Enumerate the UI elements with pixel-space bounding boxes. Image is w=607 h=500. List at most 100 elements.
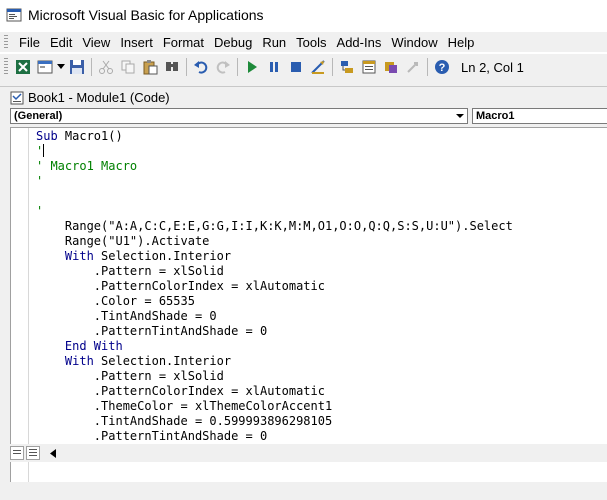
code-token: .TintAndShade = 0.599993896298105 <box>36 414 333 428</box>
menu-tools[interactable]: Tools <box>291 35 331 50</box>
project-explorer-icon[interactable] <box>336 56 358 78</box>
procedure-view-button[interactable] <box>10 446 24 460</box>
code-line[interactable]: .ThemeColor = xlThemeColorAccent1 <box>36 399 513 414</box>
code-keyword: End With <box>64 339 123 353</box>
code-window-bottom-bar <box>10 444 607 462</box>
procedure-combo-value: Macro1 <box>476 110 515 122</box>
code-line[interactable]: ' Macro1 Macro <box>36 159 513 174</box>
code-token: Range("A:A,C:C,E:E,G:G,I:I,K:K,M:M,O1,O:… <box>36 219 513 233</box>
code-line[interactable]: .PatternTintAndShade = 0 <box>36 429 513 444</box>
menu-run[interactable]: Run <box>257 35 291 50</box>
vba-app-icon <box>6 8 22 22</box>
excel-view-icon[interactable] <box>12 56 34 78</box>
code-line[interactable]: .PatternColorIndex = xlAutomatic <box>36 384 513 399</box>
toolbar-separator <box>427 58 428 76</box>
code-token: Selection.Interior <box>93 249 232 263</box>
scroll-left-icon[interactable] <box>46 446 60 460</box>
menu-format[interactable]: Format <box>158 35 209 50</box>
code-line[interactable]: ' <box>36 204 513 219</box>
chevron-down-icon[interactable] <box>56 56 66 78</box>
code-text[interactable]: Sub Macro1() ' ' Macro1 Macro ' ' Range("A:… <box>36 129 513 444</box>
save-icon[interactable] <box>66 56 88 78</box>
text-cursor <box>43 144 45 157</box>
code-line[interactable]: .PatternColorIndex = xlAutomatic <box>36 279 513 294</box>
code-line[interactable]: .PatternTintAndShade = 0 <box>36 324 513 339</box>
code-token: .Pattern = xlSolid <box>36 369 224 383</box>
code-line[interactable]: End With <box>36 339 513 354</box>
paste-icon[interactable] <box>139 56 161 78</box>
menubar-grip[interactable] <box>4 35 8 49</box>
toolbar-separator <box>91 58 92 76</box>
code-comment: ' <box>36 144 44 158</box>
code-line[interactable]: With Selection.Interior <box>36 354 513 369</box>
title-bar: Microsoft Visual Basic for Applications <box>0 0 607 30</box>
code-keyword: With <box>64 249 94 263</box>
module-icon <box>10 91 24 104</box>
toolbar-separator <box>186 58 187 76</box>
code-line[interactable]: Range("U1").Activate <box>36 234 513 249</box>
code-line[interactable]: Range("A:A,C:C,E:E,G:G,I:I,K:K,M:M,O1,O:… <box>36 219 513 234</box>
window-title: Microsoft Visual Basic for Applications <box>28 7 264 23</box>
code-token: .ThemeColor = xlThemeColorAccent1 <box>36 399 333 413</box>
reset-icon[interactable] <box>285 56 307 78</box>
svg-text:?: ? <box>439 62 446 74</box>
code-line[interactable]: .Pattern = xlSolid <box>36 369 513 384</box>
object-combo-value: (General) <box>14 110 63 122</box>
code-line[interactable]: .TintAndShade = 0 <box>36 309 513 324</box>
run-icon[interactable] <box>241 56 263 78</box>
redo-icon[interactable] <box>212 56 234 78</box>
margin-indicator-bar[interactable] <box>11 128 29 482</box>
procedure-combo[interactable]: Macro1 <box>472 108 607 124</box>
menu-bar: File Edit View Insert Format Debug Run T… <box>0 32 607 52</box>
code-token: .PatternColorIndex = xlAutomatic <box>36 279 325 293</box>
code-token: .TintAndShade = 0 <box>36 309 217 323</box>
code-line[interactable] <box>36 189 513 204</box>
chevron-down-icon[interactable] <box>453 109 467 123</box>
toolbar-grip[interactable] <box>4 58 8 76</box>
menu-edit[interactable]: Edit <box>45 35 77 50</box>
full-module-view-button[interactable] <box>26 446 40 460</box>
toolbar-separator <box>237 58 238 76</box>
code-token: Selection.Interior <box>93 354 232 368</box>
object-browser-icon[interactable] <box>380 56 402 78</box>
insert-userform-icon[interactable] <box>34 56 56 78</box>
menu-view[interactable]: View <box>77 35 115 50</box>
code-line[interactable]: With Selection.Interior <box>36 249 513 264</box>
break-icon[interactable] <box>263 56 285 78</box>
code-keyword: With <box>64 354 94 368</box>
code-line[interactable]: .TintAndShade = 0.599993896298105 <box>36 414 513 429</box>
code-window: Book1 - Module1 (Code) (General) Macro1 … <box>0 86 607 500</box>
code-line[interactable]: .Color = 65535 <box>36 294 513 309</box>
code-line[interactable]: ' <box>36 174 513 189</box>
menu-insert[interactable]: Insert <box>115 35 158 50</box>
cut-icon[interactable] <box>95 56 117 78</box>
menu-window[interactable]: Window <box>386 35 442 50</box>
menu-debug[interactable]: Debug <box>209 35 257 50</box>
menu-add-ins[interactable]: Add-Ins <box>332 35 387 50</box>
menu-file[interactable]: File <box>14 35 45 50</box>
code-comment: ' <box>36 204 44 218</box>
code-comment: ' <box>36 174 44 188</box>
code-line[interactable]: Sub Macro1() <box>36 129 513 144</box>
code-line[interactable]: ' <box>36 144 513 159</box>
code-token: .PatternTintAndShade = 0 <box>36 324 268 338</box>
code-window-titlebar[interactable]: Book1 - Module1 (Code) <box>0 87 607 108</box>
undo-icon[interactable] <box>190 56 212 78</box>
design-mode-icon[interactable] <box>307 56 329 78</box>
code-line[interactable]: .Pattern = xlSolid <box>36 264 513 279</box>
toolbar-separator <box>332 58 333 76</box>
find-icon[interactable] <box>161 56 183 78</box>
code-comment: ' Macro1 Macro <box>36 159 138 173</box>
code-editor[interactable]: Sub Macro1() ' ' Macro1 Macro ' ' Range("A:… <box>10 127 607 482</box>
toolbox-icon[interactable] <box>402 56 424 78</box>
help-icon[interactable]: ? <box>431 56 453 78</box>
properties-window-icon[interactable] <box>358 56 380 78</box>
copy-icon[interactable] <box>117 56 139 78</box>
code-token: Macro1() <box>57 129 123 143</box>
menu-help[interactable]: Help <box>443 35 480 50</box>
standard-toolbar: ? Ln 2, Col 1 <box>0 54 607 80</box>
object-combo[interactable]: (General) <box>10 108 468 124</box>
